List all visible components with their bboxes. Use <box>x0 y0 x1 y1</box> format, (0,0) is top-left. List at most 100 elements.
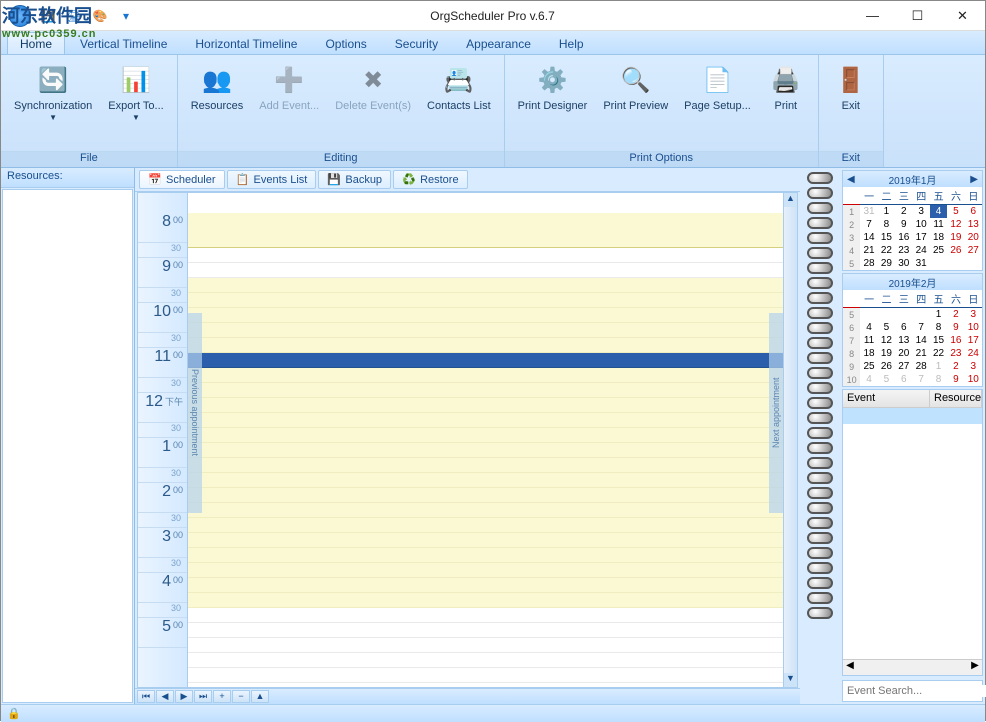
cal-day[interactable]: 18 <box>930 231 947 244</box>
cal-day[interactable]: 7 <box>913 373 930 386</box>
cal-day[interactable]: 31 <box>913 257 930 270</box>
cal-day[interactable]: 8 <box>878 218 895 231</box>
scroll-up-icon[interactable]: ▲ <box>784 193 797 207</box>
cal-day[interactable]: 20 <box>895 347 912 360</box>
eventlist-col-resource[interactable]: Resource <box>930 390 982 407</box>
close-button[interactable]: ✕ <box>940 2 985 30</box>
export-button[interactable]: 📊 Export To... ▼ <box>101 59 170 147</box>
cal-day[interactable]: 2 <box>895 205 912 219</box>
cal-prev-icon[interactable]: ◀ <box>847 174 855 185</box>
qat-style-icon[interactable]: 🎨 <box>91 7 109 25</box>
cal-day[interactable]: 15 <box>878 231 895 244</box>
day-area[interactable]: Previous appointment Next appointment <box>188 193 783 687</box>
time-slot[interactable] <box>188 293 783 308</box>
cal-day[interactable]: 23 <box>947 347 964 360</box>
cal-day[interactable] <box>913 308 930 322</box>
cal-day[interactable]: 13 <box>895 334 912 347</box>
tab-options[interactable]: Options <box>312 32 379 54</box>
cal-day[interactable]: 1 <box>878 205 895 219</box>
time-slot[interactable] <box>188 308 783 323</box>
cal-day[interactable]: 5 <box>947 205 964 219</box>
tab-appearance[interactable]: Appearance <box>453 32 544 54</box>
cal-day[interactable]: 26 <box>878 360 895 373</box>
cal-day[interactable]: 27 <box>965 244 982 257</box>
cal-day[interactable]: 12 <box>947 218 964 231</box>
cal-day[interactable]: 7 <box>913 321 930 334</box>
time-slot[interactable] <box>188 683 783 688</box>
contacts-button[interactable]: 📇 Contacts List <box>420 59 498 147</box>
time-slot[interactable] <box>188 533 783 548</box>
time-slot[interactable] <box>188 443 783 458</box>
time-slot[interactable] <box>188 248 783 263</box>
cal-day[interactable]: 5 <box>878 321 895 334</box>
time-slot[interactable] <box>188 353 783 368</box>
scroll-down-icon[interactable]: ▼ <box>784 673 797 687</box>
mini-calendar-jan[interactable]: ◀2019年1月▶一二三四五六日131123456278910111213314… <box>842 170 983 271</box>
cal-day[interactable]: 14 <box>913 334 930 347</box>
cal-day[interactable]: 2 <box>947 360 964 373</box>
time-slot[interactable] <box>188 608 783 623</box>
time-slot[interactable] <box>188 398 783 413</box>
time-slot[interactable] <box>188 488 783 503</box>
event-search-input[interactable] <box>847 685 986 697</box>
cal-day[interactable]: 24 <box>965 347 982 360</box>
cal-day[interactable]: 23 <box>895 244 912 257</box>
cal-day[interactable]: 30 <box>895 257 912 270</box>
print-preview-button[interactable]: 🔍 Print Preview <box>596 59 675 147</box>
cal-day[interactable]: 13 <box>965 218 982 231</box>
cal-day[interactable]: 21 <box>860 244 877 257</box>
viewtab-events[interactable]: 📋Events List <box>227 170 317 189</box>
cal-day[interactable]: 18 <box>860 347 877 360</box>
print-designer-button[interactable]: ⚙️ Print Designer <box>511 59 595 147</box>
cal-day[interactable]: 19 <box>947 231 964 244</box>
minimize-button[interactable]: — <box>850 2 895 30</box>
time-slot[interactable] <box>188 638 783 653</box>
time-slot[interactable] <box>188 278 783 293</box>
cal-day[interactable]: 16 <box>947 334 964 347</box>
cal-day[interactable] <box>878 308 895 322</box>
prev-appointment-button[interactable]: Previous appointment <box>188 313 202 513</box>
time-slot[interactable] <box>188 368 783 383</box>
cal-day[interactable]: 9 <box>947 321 964 334</box>
cal-day[interactable]: 16 <box>895 231 912 244</box>
time-slot[interactable] <box>188 668 783 683</box>
cal-day[interactable]: 11 <box>930 218 947 231</box>
time-slot[interactable] <box>188 338 783 353</box>
qat-save-icon[interactable]: 💾 <box>39 7 57 25</box>
cal-day[interactable] <box>947 257 964 270</box>
cal-day[interactable]: 6 <box>965 205 982 219</box>
nav-last-button[interactable]: ⏭ <box>194 690 212 703</box>
exit-button[interactable]: 🚪 Exit <box>825 59 877 147</box>
vertical-scrollbar[interactable]: ▲ ▼ <box>783 193 797 687</box>
time-slot[interactable] <box>188 548 783 563</box>
tab-horizontal-timeline[interactable]: Horizontal Timeline <box>182 32 310 54</box>
viewtab-backup[interactable]: 💾Backup <box>318 170 391 189</box>
cal-day[interactable]: 28 <box>860 257 877 270</box>
cal-day[interactable]: 25 <box>930 244 947 257</box>
maximize-button[interactable]: ☐ <box>895 2 940 30</box>
time-slot[interactable] <box>188 503 783 518</box>
time-slot[interactable] <box>188 563 783 578</box>
cal-day[interactable]: 3 <box>965 360 982 373</box>
event-list-scrollbar[interactable]: ◀▶ <box>843 659 982 675</box>
cal-day[interactable]: 1 <box>930 308 947 322</box>
time-slot[interactable] <box>188 428 783 443</box>
time-slot[interactable] <box>188 383 783 398</box>
nav-first-button[interactable]: ⏮ <box>137 690 155 703</box>
cal-day[interactable]: 10 <box>965 321 982 334</box>
cal-day[interactable]: 14 <box>860 231 877 244</box>
cal-day[interactable]: 20 <box>965 231 982 244</box>
cal-day[interactable]: 17 <box>965 334 982 347</box>
viewtab-scheduler[interactable]: 📅Scheduler <box>139 170 225 189</box>
cal-day[interactable]: 22 <box>878 244 895 257</box>
time-slot[interactable] <box>188 473 783 488</box>
cal-day[interactable]: 17 <box>913 231 930 244</box>
cal-day[interactable] <box>860 308 877 322</box>
viewtab-restore[interactable]: ♻️Restore <box>393 170 468 189</box>
print-button[interactable]: 🖨️ Print <box>760 59 812 147</box>
cal-day[interactable]: 28 <box>913 360 930 373</box>
time-slot[interactable] <box>188 653 783 668</box>
cal-day[interactable]: 6 <box>895 321 912 334</box>
cal-day[interactable]: 3 <box>965 308 982 322</box>
allday-area[interactable] <box>188 213 783 248</box>
